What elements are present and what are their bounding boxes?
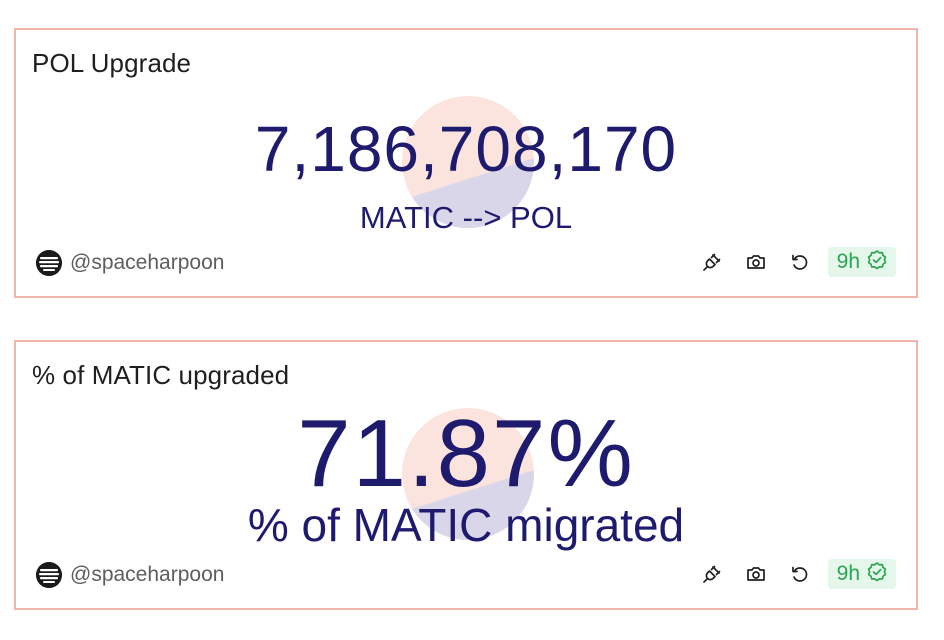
avatar (36, 562, 62, 588)
author-name: @spaceharpoon (70, 251, 225, 274)
author-link[interactable]: @spaceharpoon (36, 248, 224, 278)
counter-value: 71.87% (297, 400, 635, 507)
author-link[interactable]: @spaceharpoon (36, 560, 224, 590)
refresh-icon[interactable] (786, 248, 814, 276)
counter-card-matic-upgraded: % of MATIC upgraded 71.87% % of MATIC mi… (14, 340, 918, 610)
author-name: @spaceharpoon (70, 563, 225, 586)
plug-icon[interactable] (698, 560, 726, 588)
refresh-icon[interactable] (786, 560, 814, 588)
camera-icon[interactable] (742, 560, 770, 588)
counter-subtitle: % of MATIC migrated (247, 499, 685, 551)
counter-subtitle: MATIC --> POL (359, 200, 573, 235)
card-actions: 9h (682, 558, 896, 590)
counter-card-pol-upgrade: POL Upgrade 7,186,708,170 MATIC --> POL … (14, 28, 918, 298)
freshness-badge[interactable]: 9h (827, 559, 896, 589)
counter-value: 7,186,708,170 (254, 113, 678, 185)
check-badge-icon (866, 561, 888, 588)
freshness-text: 9h (836, 250, 860, 273)
plug-icon[interactable] (698, 248, 726, 276)
freshness-text: 9h (836, 562, 860, 585)
freshness-badge[interactable]: 9h (827, 247, 896, 277)
check-badge-icon (866, 249, 888, 276)
camera-icon[interactable] (742, 248, 770, 276)
card-actions: 9h (682, 246, 896, 278)
card-title: POL Upgrade (32, 48, 192, 78)
avatar (36, 250, 62, 276)
card-title: % of MATIC upgraded (32, 360, 290, 390)
